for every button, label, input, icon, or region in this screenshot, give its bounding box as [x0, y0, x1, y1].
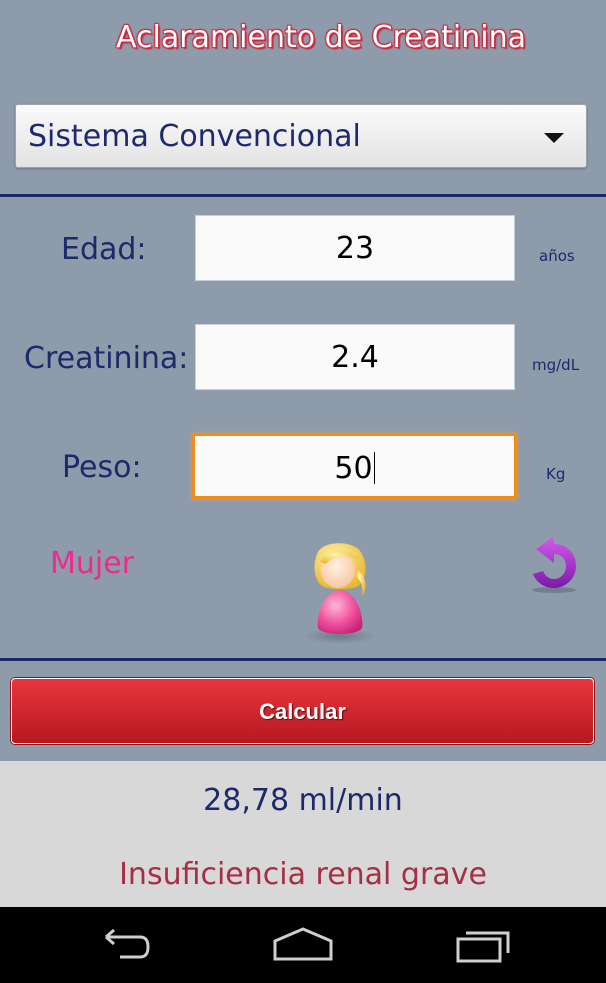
calculate-button[interactable]: Calcular	[11, 678, 594, 744]
home-icon[interactable]	[272, 923, 334, 967]
creatinine-input[interactable]: 2.4	[195, 324, 515, 390]
weight-value: 50	[334, 451, 373, 486]
units-system-dropdown[interactable]: Sistema Convencional	[15, 104, 587, 168]
creatinine-value: 2.4	[331, 340, 379, 375]
age-unit: años	[539, 247, 575, 265]
creatinine-label: Creatinina:	[24, 341, 189, 376]
units-system-selected: Sistema Convencional	[28, 119, 361, 154]
refresh-icon[interactable]	[524, 538, 580, 594]
result-diagnosis: Insuficiencia renal grave	[119, 857, 487, 892]
gender-label[interactable]: Mujer	[50, 546, 134, 581]
recent-apps-icon[interactable]	[454, 923, 516, 967]
calculate-label: Calcular	[259, 699, 346, 724]
app-title: Aclaramiento de Creatinina	[116, 20, 526, 55]
age-label: Edad:	[61, 232, 147, 267]
back-icon[interactable]	[92, 923, 154, 967]
bottom-divider	[0, 658, 606, 661]
age-input[interactable]: 23	[195, 215, 515, 281]
top-divider	[0, 194, 606, 197]
weight-input[interactable]: 50	[192, 433, 517, 499]
dropdown-arrow-icon	[544, 133, 564, 143]
creatinine-unit: mg/dL	[532, 356, 580, 374]
result-value: 28,78 ml/min	[203, 783, 403, 818]
result-panel: 28,78 ml/min Insuficiencia renal grave	[0, 761, 606, 907]
system-navigation-bar	[0, 907, 606, 983]
weight-unit: Kg	[546, 465, 566, 483]
female-avatar-icon[interactable]	[300, 540, 380, 645]
text-cursor	[373, 452, 375, 484]
age-value: 23	[335, 231, 375, 266]
weight-label: Peso:	[62, 450, 142, 485]
